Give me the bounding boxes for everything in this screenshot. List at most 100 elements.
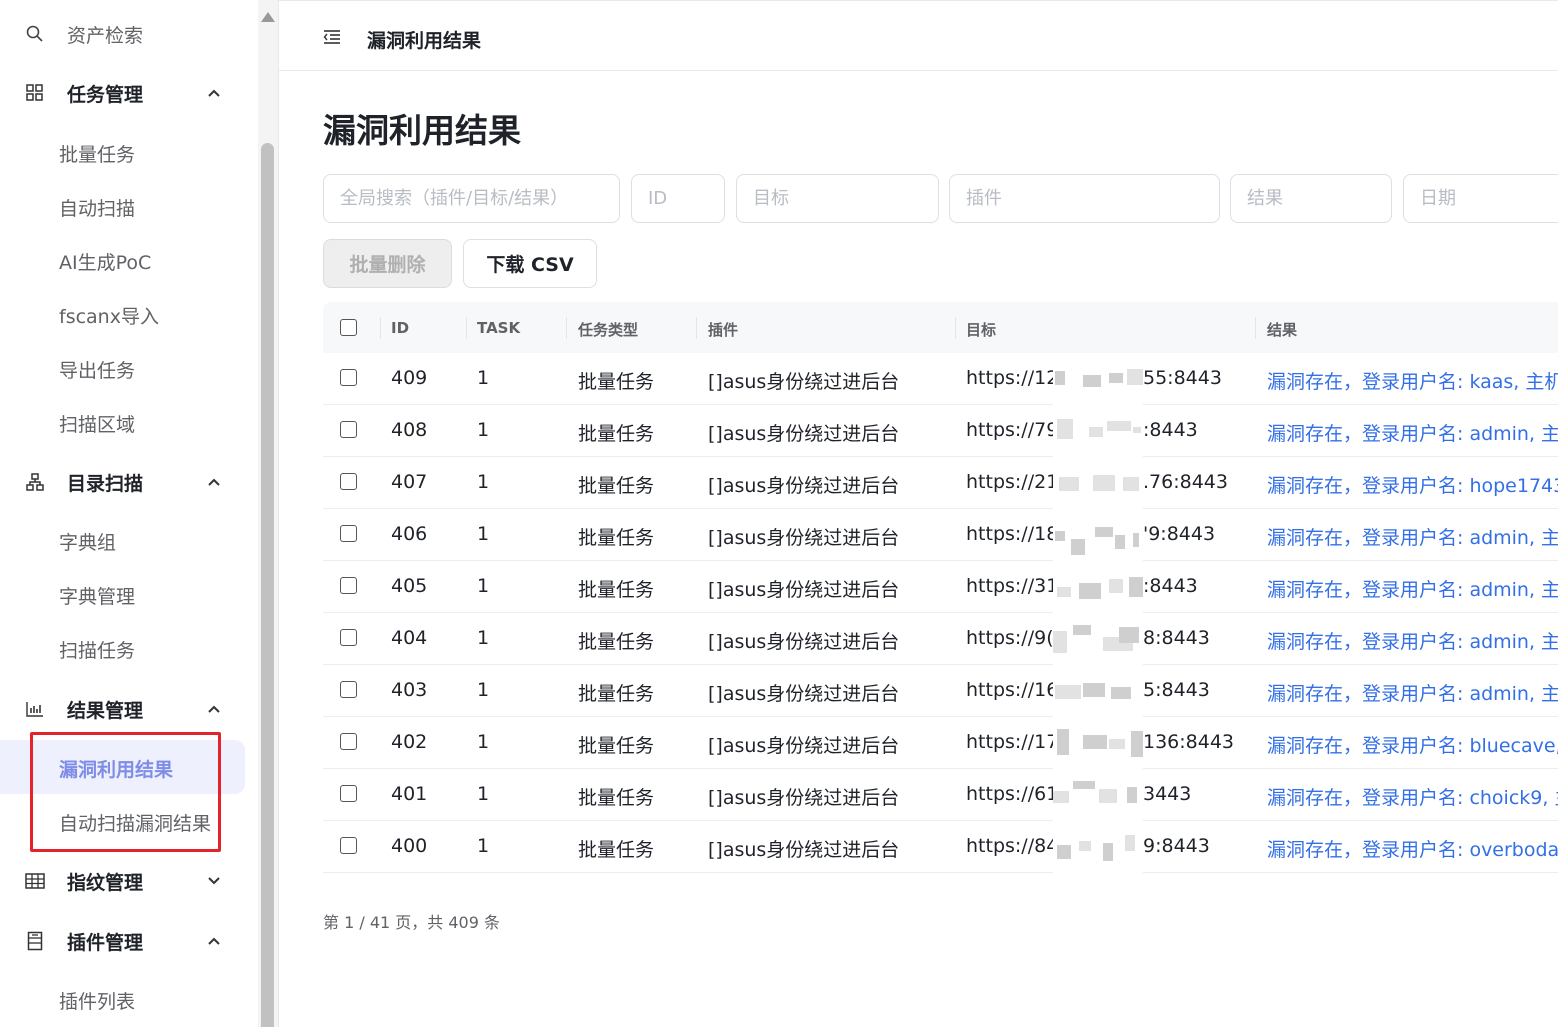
sidebar-item-label: 导出任务 xyxy=(59,359,136,382)
sidebar-item-plugin-list[interactable]: 插件列表 xyxy=(0,980,258,1020)
cell-target-suffix: 9:8443 xyxy=(1143,835,1210,857)
redaction-mosaic xyxy=(1053,821,1143,873)
cell-target-prefix: https://31 xyxy=(966,575,1059,597)
column-header-plugin[interactable]: 插件 xyxy=(708,319,738,340)
cell-result[interactable]: 漏洞存在，登录用户名: bluecave, 主 xyxy=(1267,731,1558,758)
sidebar-item-dict-group[interactable]: 字典组 xyxy=(0,521,258,561)
cell-result[interactable]: 漏洞存在，登录用户名: hope1743, 主 xyxy=(1267,471,1558,498)
batch-delete-button[interactable]: 批量删除 xyxy=(323,239,452,288)
cell-plugin: []asus身份绕过进后台 xyxy=(708,579,900,601)
row-checkbox[interactable] xyxy=(340,421,357,438)
sidebar-group-result-management[interactable]: 结果管理 xyxy=(0,689,258,729)
table-row[interactable]: 401 1 批量任务 []asus身份绕过进后台 https://61 3443 漏洞存在，… xyxy=(323,769,1558,821)
row-checkbox[interactable] xyxy=(340,681,357,698)
sidebar-group-fingerprint-management[interactable]: 指纹管理 xyxy=(0,861,258,901)
table-row[interactable]: 402 1 批量任务 []asus身份绕过进后台 https://17 136:8443 漏… xyxy=(323,717,1558,769)
cell-result[interactable]: 漏洞存在，登录用户名: admin, 主机 xyxy=(1267,575,1558,602)
cell-task-type: 批量任务 xyxy=(578,579,655,601)
chevron-up-icon[interactable] xyxy=(204,83,224,103)
cell-id: 403 xyxy=(391,679,428,701)
cell-task: 1 xyxy=(477,783,490,805)
result-filter-input[interactable] xyxy=(1247,175,1391,222)
cell-plugin: []asus身份绕过进后台 xyxy=(708,475,900,497)
plugin-filter-field[interactable] xyxy=(949,174,1220,223)
cell-result[interactable]: 漏洞存在，登录用户名: admin, 主机 xyxy=(1267,419,1558,446)
cell-target-suffix: .76:8443 xyxy=(1143,471,1228,493)
chevron-up-icon[interactable] xyxy=(204,699,224,719)
select-all-checkbox[interactable] xyxy=(340,319,357,336)
sidebar-item-fscanx-import[interactable]: fscanx导入 xyxy=(0,295,258,335)
cell-plugin: []asus身份绕过进后台 xyxy=(708,423,900,445)
sidebar-item-dict-management[interactable]: 字典管理 xyxy=(0,575,258,615)
chevron-up-icon[interactable] xyxy=(204,931,224,951)
sidebar-group-task-management[interactable]: 任务管理 xyxy=(0,73,258,113)
global-search-input[interactable] xyxy=(340,175,619,222)
column-header-result[interactable]: 结果 xyxy=(1267,319,1297,340)
scrollbar-thumb[interactable] xyxy=(261,143,274,1027)
cell-target-prefix: https://21 xyxy=(966,471,1059,493)
redaction-mosaic xyxy=(1053,405,1143,457)
table-row[interactable]: 408 1 批量任务 []asus身份绕过进后台 https://79:8443 漏洞存在… xyxy=(323,405,1558,457)
cell-id: 400 xyxy=(391,835,428,857)
global-search-field[interactable] xyxy=(323,174,620,223)
date-filter-input[interactable] xyxy=(1420,175,1558,222)
sidebar-item-ai-poc[interactable]: AI生成PoC xyxy=(0,241,258,281)
row-checkbox[interactable] xyxy=(340,369,357,386)
menu-fold-icon[interactable] xyxy=(323,29,341,45)
sidebar-group-label: 指纹管理 xyxy=(67,871,144,894)
cell-task: 1 xyxy=(477,679,490,701)
table-row[interactable]: 405 1 批量任务 []asus身份绕过进后台 https://31:8443 漏洞存在… xyxy=(323,561,1558,613)
cell-task-type: 批量任务 xyxy=(578,423,655,445)
column-header-id[interactable]: ID xyxy=(391,319,409,337)
table-row[interactable]: 400 1 批量任务 []asus身份绕过进后台 https://84 9:8443 漏洞存… xyxy=(323,821,1558,873)
row-checkbox[interactable] xyxy=(340,577,357,594)
download-csv-button[interactable]: 下载 CSV xyxy=(463,239,597,288)
sidebar-item-auto-scan[interactable]: 自动扫描 xyxy=(0,187,258,227)
cell-result[interactable]: 漏洞存在，登录用户名: overboda4 xyxy=(1267,835,1558,862)
cell-result[interactable]: 漏洞存在，登录用户名: admin, 主机 xyxy=(1267,523,1558,550)
sidebar-group-plugin-management[interactable]: 插件管理 xyxy=(0,921,258,961)
table-row[interactable]: 404 1 批量任务 []asus身份绕过进后台 https://9(8:8443 漏洞存… xyxy=(323,613,1558,665)
chevron-up-icon[interactable] xyxy=(204,472,224,492)
sidebar-group-dir-scan[interactable]: 目录扫描 xyxy=(0,462,258,502)
table-row[interactable]: 406 1 批量任务 []asus身份绕过进后台 https://18 '9:8443 漏洞… xyxy=(323,509,1558,561)
cell-result[interactable]: 漏洞存在，登录用户名: admin, 主机 xyxy=(1267,627,1558,654)
cell-task: 1 xyxy=(477,627,490,649)
page-title: 漏洞利用结果 xyxy=(323,111,521,150)
sidebar-item-asset-search[interactable]: 资产检索 xyxy=(0,14,258,54)
target-filter-input[interactable] xyxy=(753,175,938,222)
scroll-up-arrow-icon[interactable] xyxy=(261,12,275,22)
cell-target-prefix: https://18 xyxy=(966,523,1059,545)
sidebar-item-scan-area[interactable]: 扫描区域 xyxy=(0,403,258,443)
sidebar-item-scan-task[interactable]: 扫描任务 xyxy=(0,629,258,669)
id-filter-field[interactable] xyxy=(631,174,725,223)
column-header-target[interactable]: 目标 xyxy=(966,319,996,340)
id-filter-input[interactable] xyxy=(648,175,724,222)
cell-result[interactable]: 漏洞存在，登录用户名: admin, 主机 xyxy=(1267,679,1558,706)
target-filter-field[interactable] xyxy=(736,174,939,223)
date-filter-field[interactable] xyxy=(1403,174,1558,223)
row-checkbox[interactable] xyxy=(340,473,357,490)
plugin-filter-input[interactable] xyxy=(966,175,1219,222)
cell-plugin: []asus身份绕过进后台 xyxy=(708,839,900,861)
cell-task: 1 xyxy=(477,523,490,545)
cell-task-type: 批量任务 xyxy=(578,683,655,705)
table-body: 409 1 批量任务 []asus身份绕过进后台 https://12 55:8443 漏洞… xyxy=(323,353,1558,873)
table-row[interactable]: 407 1 批量任务 []asus身份绕过进后台 https://21 .76:8443 漏… xyxy=(323,457,1558,509)
result-filter-field[interactable] xyxy=(1230,174,1392,223)
table-row[interactable]: 409 1 批量任务 []asus身份绕过进后台 https://12 55:8443 漏洞… xyxy=(323,353,1558,405)
table-row[interactable]: 403 1 批量任务 []asus身份绕过进后台 https://16 5:8443 漏洞存… xyxy=(323,665,1558,717)
column-header-task-type[interactable]: 任务类型 xyxy=(578,319,638,340)
row-checkbox[interactable] xyxy=(340,629,357,646)
chevron-down-icon[interactable] xyxy=(204,871,224,891)
sidebar-item-export-task[interactable]: 导出任务 xyxy=(0,349,258,389)
column-header-task[interactable]: TASK xyxy=(477,319,520,337)
cell-result[interactable]: 漏洞存在，登录用户名: choick9, 主 xyxy=(1267,783,1558,810)
sidebar-item-batch-task[interactable]: 批量任务 xyxy=(0,133,258,173)
row-checkbox[interactable] xyxy=(340,733,357,750)
sidebar-item-label: AI生成PoC xyxy=(59,251,152,274)
cell-result[interactable]: 漏洞存在，登录用户名: kaas, 主机名 xyxy=(1267,367,1558,394)
row-checkbox[interactable] xyxy=(340,785,357,802)
row-checkbox[interactable] xyxy=(340,525,357,542)
row-checkbox[interactable] xyxy=(340,837,357,854)
